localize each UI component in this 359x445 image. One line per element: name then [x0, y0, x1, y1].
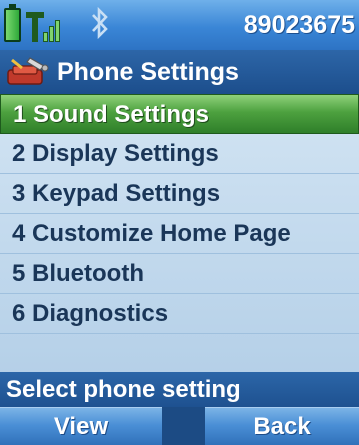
view-softkey[interactable]: View — [0, 407, 162, 445]
hint-text: Select phone setting — [6, 376, 241, 403]
title-bar: Phone Settings — [0, 50, 359, 94]
menu-item-label: 1 Sound Settings — [13, 101, 210, 128]
menu-item-display-settings[interactable]: 2 Display Settings — [0, 134, 359, 174]
menu-item-bluetooth[interactable]: 5 Bluetooth — [0, 254, 359, 294]
softkey-bar: View Back — [0, 407, 359, 445]
phone-settings-icon — [4, 56, 50, 88]
menu-item-sound-settings[interactable]: 1 Sound Settings — [0, 94, 359, 134]
menu-item-label: 2 Display Settings — [12, 140, 219, 167]
hint-bar: Select phone setting — [0, 372, 359, 407]
menu-item-diagnostics[interactable]: 6 Diagnostics — [0, 294, 359, 334]
menu-item-label: 5 Bluetooth — [12, 260, 144, 287]
phone-screen: 89023675 Phone Settings 1 Sound Settings… — [0, 0, 359, 445]
back-softkey[interactable]: Back — [205, 407, 359, 445]
menu-item-label: 6 Diagnostics — [12, 300, 169, 327]
settings-menu: 1 Sound Settings 2 Display Settings 3 Ke… — [0, 94, 359, 372]
menu-item-label: 4 Customize Home Page — [12, 220, 291, 247]
menu-item-keypad-settings[interactable]: 3 Keypad Settings — [0, 174, 359, 214]
page-title: Phone Settings — [57, 58, 239, 86]
signal-strength-icon — [26, 8, 64, 42]
status-bar: 89023675 — [0, 0, 359, 50]
menu-item-customize-home-page[interactable]: 4 Customize Home Page — [0, 214, 359, 254]
menu-item-label: 3 Keypad Settings — [12, 180, 221, 207]
bluetooth-icon — [88, 6, 112, 44]
battery-icon — [4, 4, 21, 42]
phone-number: 89023675 — [243, 11, 355, 39]
